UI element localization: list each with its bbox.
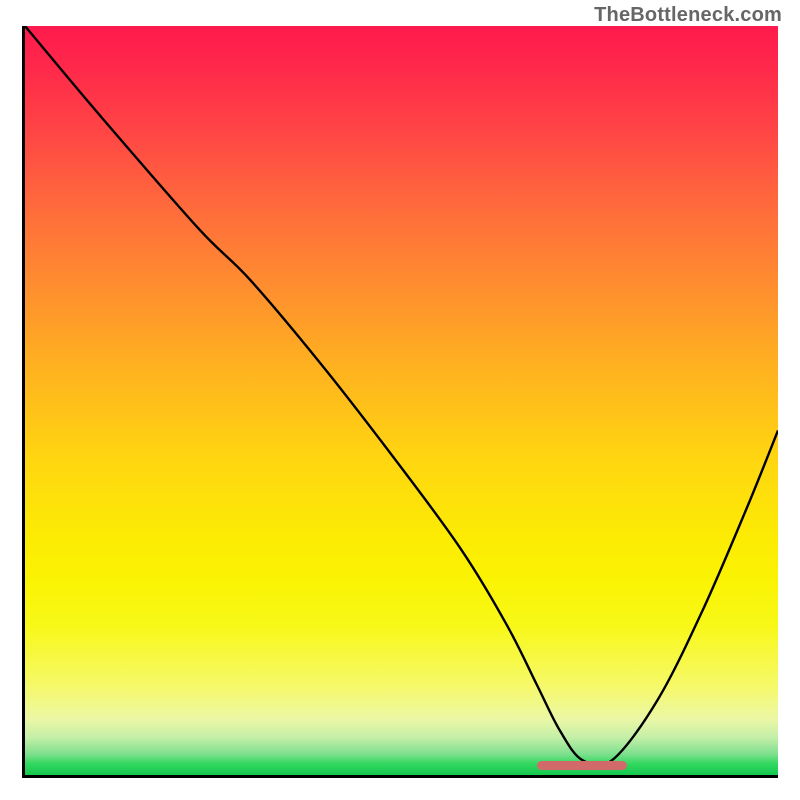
bottleneck-curve-path (25, 26, 778, 766)
plot-area (25, 26, 778, 775)
optimal-range-marker (537, 761, 627, 770)
watermark-text: TheBottleneck.com (594, 4, 782, 27)
curve-svg (25, 26, 778, 775)
